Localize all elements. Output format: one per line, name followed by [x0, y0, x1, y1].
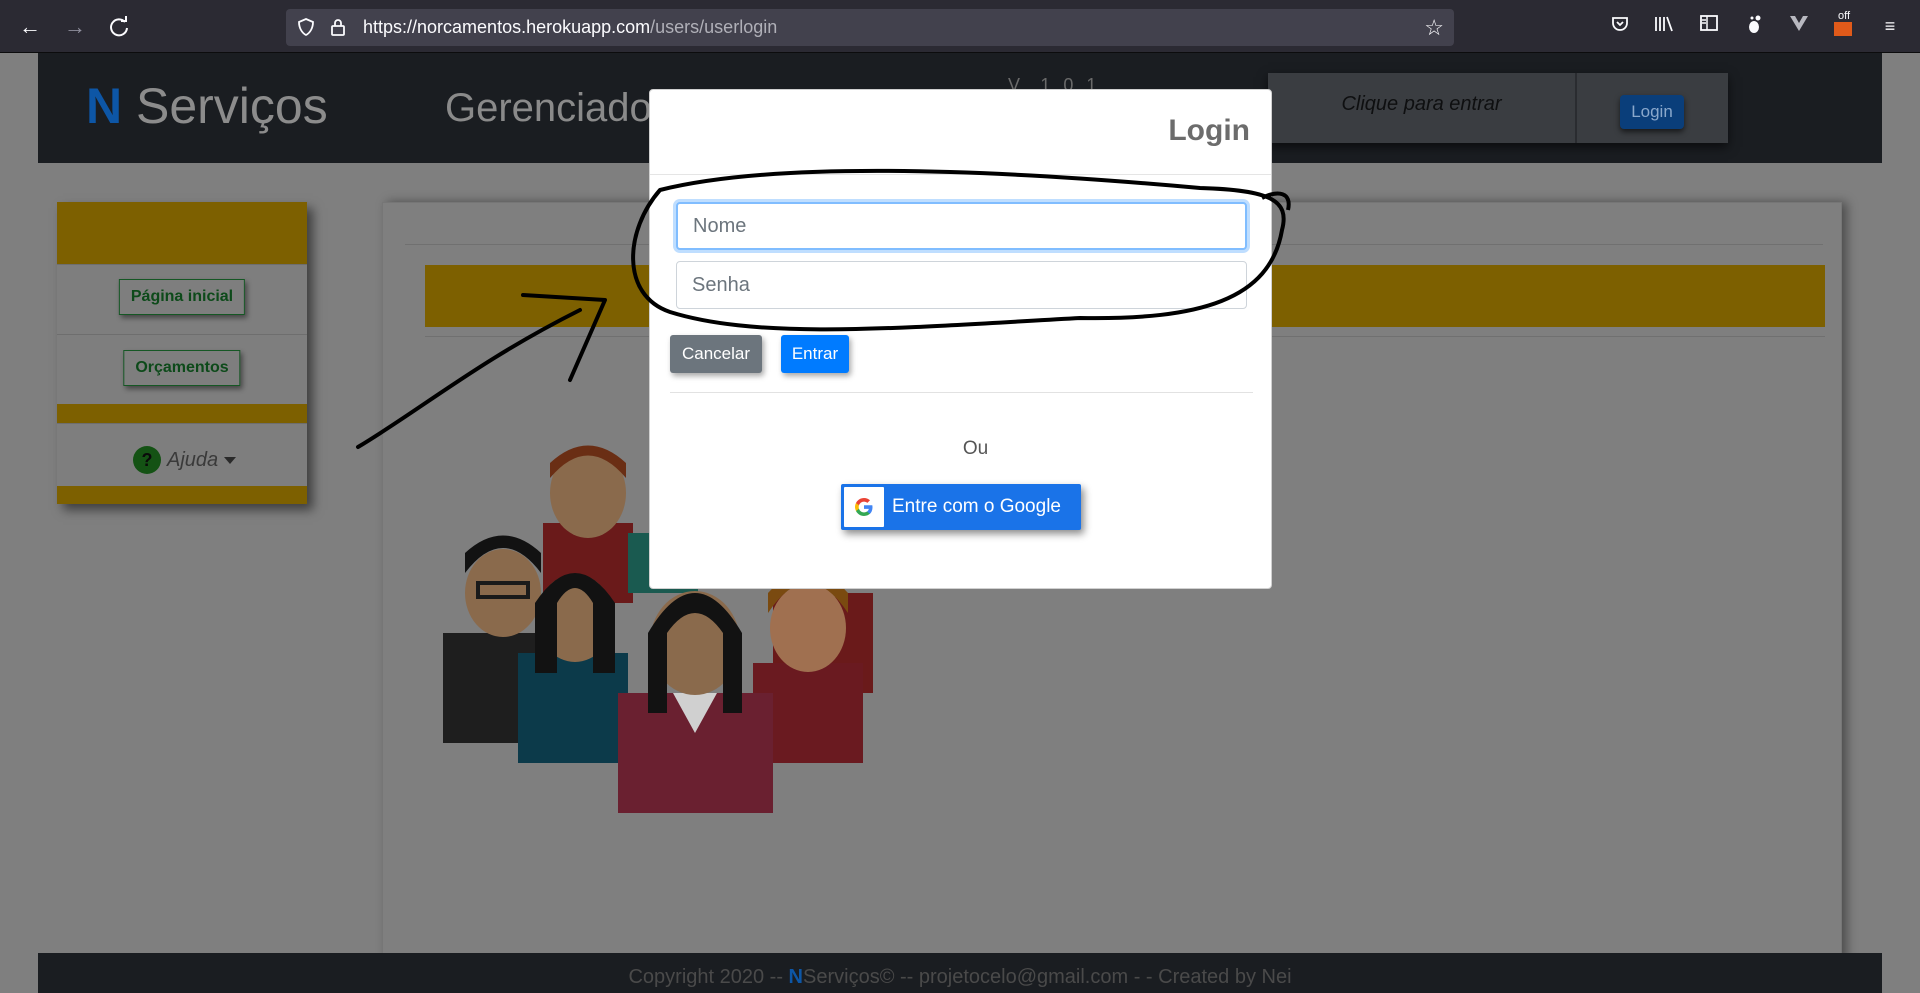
caret-down-icon: [224, 456, 237, 464]
enter-button[interactable]: Entrar: [781, 335, 849, 373]
vue-devtools-icon[interactable]: [1787, 14, 1811, 38]
sidebar-item-budgets: Orçamentos: [57, 334, 307, 404]
bookmark-star-icon[interactable]: ☆: [1424, 15, 1444, 41]
name-input[interactable]: [676, 202, 1247, 250]
google-signin-button[interactable]: Entre com o Google: [841, 484, 1081, 530]
login-box-divider: [1575, 73, 1577, 143]
brand-letter: N: [86, 78, 123, 134]
sidebar-item-home: Página inicial: [57, 264, 307, 334]
reload-icon[interactable]: [104, 12, 134, 42]
extension-off-icon[interactable]: off: [1832, 10, 1856, 38]
brand-logo[interactable]: N Serviços: [86, 77, 328, 135]
header-login-button[interactable]: Login: [1620, 95, 1684, 129]
url-path: /users/userlogin: [650, 17, 778, 37]
help-question-icon: ?: [133, 446, 161, 474]
library-icon[interactable]: [1652, 14, 1676, 38]
budgets-button[interactable]: Orçamentos: [123, 350, 241, 386]
header-login-box: Clique para entrar Login: [1268, 73, 1728, 143]
sidebar-toggle-icon[interactable]: [1697, 14, 1721, 38]
sidebar-item-help: ? Ajuda: [57, 423, 307, 486]
google-signin-label: Entre com o Google: [892, 496, 1061, 517]
url-domain: https://norcamentos.herokuapp.com: [363, 17, 651, 37]
address-bar[interactable]: https://norcamentos.herokuapp.com/users/…: [286, 9, 1454, 46]
lock-icon[interactable]: [328, 17, 348, 37]
site-footer: Copyright 2020 -- NServiços© -- projetoc…: [38, 953, 1882, 993]
or-label: Ou: [962, 438, 989, 459]
login-modal: Login Cancelar Entrar Ou Entre com o Goo…: [649, 89, 1272, 589]
tracking-shield-icon[interactable]: [296, 17, 316, 37]
modal-title: Login: [1168, 114, 1250, 147]
back-icon[interactable]: ←: [15, 12, 45, 42]
modal-divider: [650, 174, 1271, 175]
url-text[interactable]: https://norcamentos.herokuapp.com/users/…: [363, 17, 777, 38]
browser-toolbar: ← → https://norcamentos.herokuapp.com/us…: [0, 0, 1920, 53]
help-label: Ajuda: [167, 448, 219, 471]
gnome-extension-icon[interactable]: [1742, 14, 1766, 38]
footer-copyright: Copyright 2020 --: [628, 966, 789, 988]
site-subtitle: Gerenciador: [445, 86, 666, 130]
forward-icon[interactable]: →: [60, 12, 90, 42]
home-button[interactable]: Página inicial: [118, 279, 246, 315]
brand-name: Serviços: [122, 78, 328, 134]
extension-badge: off: [1838, 10, 1851, 22]
help-dropdown[interactable]: ? Ajuda: [133, 446, 237, 474]
sidebar: Página inicial Orçamentos ? Ajuda: [57, 202, 307, 504]
pocket-icon[interactable]: [1608, 14, 1632, 38]
cancel-button[interactable]: Cancelar: [670, 335, 762, 373]
modal-divider: [670, 392, 1253, 393]
login-hint: Clique para entrar: [1341, 93, 1502, 115]
footer-text: Serviços© -- projetocelo@gmail.com - - C…: [803, 966, 1292, 988]
password-input[interactable]: [676, 261, 1247, 309]
google-logo-icon: [844, 487, 884, 527]
footer-brand-letter: N: [788, 966, 803, 988]
menu-icon[interactable]: ≡: [1878, 14, 1902, 38]
